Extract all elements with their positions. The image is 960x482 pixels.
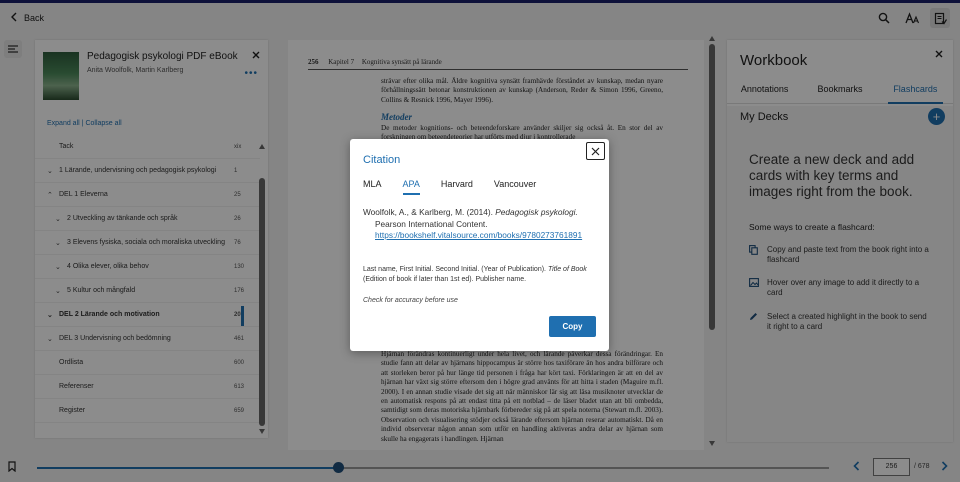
- citation-dialog: Citation MLA APA Harvard Vancouver Woolf…: [350, 139, 609, 351]
- citation-text[interactable]: Woolfolk, A., & Karlberg, M. (2014). Ped…: [363, 207, 599, 242]
- citation-publisher: Pearson International Content.: [375, 218, 488, 229]
- format-part: Last name, First Initial. Second Initial…: [363, 266, 548, 273]
- tab-mla[interactable]: MLA: [363, 179, 382, 195]
- copy-button[interactable]: Copy: [549, 316, 596, 337]
- close-icon[interactable]: [586, 142, 605, 160]
- format-part: (Edition of book if later than 1st ed). …: [363, 276, 527, 283]
- tab-apa[interactable]: APA: [402, 179, 420, 195]
- tab-harvard[interactable]: Harvard: [441, 179, 473, 195]
- citation-format-hint: Last name, First Initial. Second Initial…: [363, 265, 599, 285]
- dialog-title: Citation: [363, 154, 401, 166]
- citation-book-title: Pedagogisk psykologi.: [495, 207, 578, 217]
- tab-vancouver[interactable]: Vancouver: [494, 179, 536, 195]
- format-title: Title of Book: [547, 266, 587, 273]
- citation-authors: Woolfolk, A., & Karlberg, M. (2014).: [363, 207, 496, 217]
- citation-url-link[interactable]: https://bookshelf.vitalsource.com/books/…: [375, 230, 582, 240]
- accuracy-note: Check for accuracy before use: [363, 297, 458, 304]
